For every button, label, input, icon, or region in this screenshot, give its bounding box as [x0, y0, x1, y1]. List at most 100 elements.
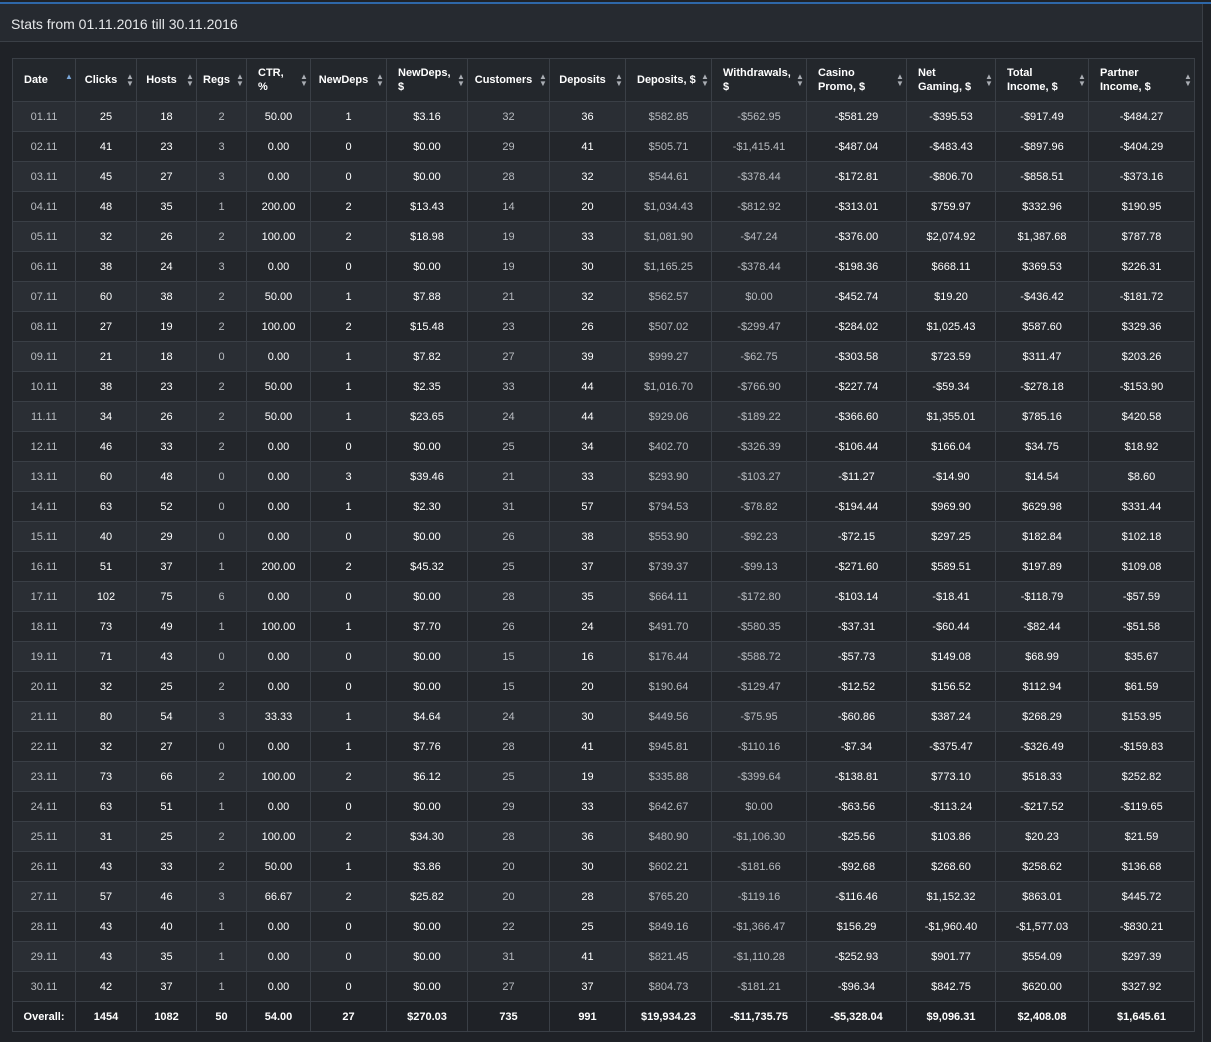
sort-both-icon[interactable]: ▲ ▼ — [186, 73, 194, 88]
table-cell: -$103.14 — [806, 581, 907, 612]
table-cell: 73 — [75, 611, 137, 642]
sort-both-icon[interactable]: ▲ ▼ — [796, 73, 804, 88]
table-cell: 37 — [549, 551, 626, 582]
table-cell: 1 — [196, 191, 247, 222]
table-cell: 23 — [136, 371, 197, 402]
totals-cell: -$11,735.75 — [711, 1001, 807, 1032]
totals-cell: 50 — [196, 1001, 247, 1032]
table-cell: -$452.74 — [806, 281, 907, 312]
sort-both-icon[interactable]: ▲ ▼ — [236, 73, 244, 88]
table-cell: $759.97 — [906, 191, 996, 222]
header-bar: Stats from 01.11.2016 till 30.11.2016 — [0, 4, 1203, 42]
column-header-5[interactable]: NewDeps ▲ ▼ — [310, 58, 387, 102]
column-header-2[interactable]: Hosts ▲ ▼ — [136, 58, 197, 102]
column-header-6[interactable]: NewDeps, $ ▲ ▼ — [386, 58, 468, 102]
table-cell: 0.00 — [246, 971, 311, 1002]
sort-both-icon[interactable]: ▲ ▼ — [539, 73, 547, 88]
column-header-label: Hosts — [146, 74, 177, 86]
table-cell: 37 — [136, 551, 197, 582]
totals-cell: 54.00 — [246, 1001, 311, 1032]
sort-both-icon[interactable]: ▲ ▼ — [1078, 73, 1086, 88]
table-cell: -$252.93 — [806, 941, 907, 972]
table-cell: 2 — [310, 881, 387, 912]
table-cell: -$194.44 — [806, 491, 907, 522]
column-header-1[interactable]: Clicks ▲ ▼ — [75, 58, 137, 102]
table-cell: 1 — [310, 701, 387, 732]
table-cell: 0 — [310, 641, 387, 672]
table-cell: $7.88 — [386, 281, 468, 312]
column-header-10[interactable]: Withdrawals, $ ▲ ▼ — [711, 58, 807, 102]
table-cell: $2.35 — [386, 371, 468, 402]
table-cell: $369.53 — [995, 251, 1089, 282]
column-header-12[interactable]: Net Gaming, $ ▲ ▼ — [906, 58, 996, 102]
table-cell: 75 — [136, 581, 197, 612]
table-cell: -$484.27 — [1088, 101, 1195, 132]
table-cell: 15 — [467, 671, 550, 702]
table-row: 16.11 51 37 1 200.00 2 $45.32 25 37 $739.37 -$99.1… — [12, 551, 1195, 582]
table-cell: 25 — [75, 101, 137, 132]
table-cell: $505.71 — [625, 131, 712, 162]
column-header-14[interactable]: Partner Income, $ ▲ ▼ — [1088, 58, 1195, 102]
table-cell: 26 — [467, 521, 550, 552]
table-cell: 27.11 — [12, 881, 76, 912]
sort-both-icon[interactable]: ▲ ▼ — [615, 73, 623, 88]
table-cell: -$303.58 — [806, 341, 907, 372]
table-cell: $387.24 — [906, 701, 996, 732]
table-cell: 26 — [136, 221, 197, 252]
table-cell: 33 — [136, 851, 197, 882]
column-header-3[interactable]: Regs ▲ ▼ — [196, 58, 247, 102]
sort-both-icon[interactable]: ▲ ▼ — [300, 73, 308, 88]
table-cell: $0.00 — [386, 161, 468, 192]
table-cell: 3 — [196, 701, 247, 732]
table-cell: $929.06 — [625, 401, 712, 432]
table-cell: -$18.41 — [906, 581, 996, 612]
sort-ascending-icon[interactable]: ▲▼ — [65, 73, 73, 87]
table-cell: $863.01 — [995, 881, 1089, 912]
table-cell: 60 — [75, 281, 137, 312]
table-cell: $103.86 — [906, 821, 996, 852]
table-cell: -$37.31 — [806, 611, 907, 642]
sort-both-icon[interactable]: ▲ ▼ — [126, 73, 134, 88]
table-cell: 24 — [549, 611, 626, 642]
table-cell: 28 — [467, 581, 550, 612]
table-cell: 1 — [310, 491, 387, 522]
table-row: 01.11 25 18 2 50.00 1 $3.16 32 36 $582.85 -$562.95… — [12, 101, 1195, 132]
table-row: 11.11 34 26 2 50.00 1 $23.65 24 44 $929.06 -$189.2… — [12, 401, 1195, 432]
totals-cell: $9,096.31 — [906, 1001, 996, 1032]
table-cell: $765.20 — [625, 881, 712, 912]
column-header-7[interactable]: Customers ▲ ▼ — [467, 58, 550, 102]
sort-both-icon[interactable]: ▲ ▼ — [376, 73, 384, 88]
table-row: 29.11 43 35 1 0.00 0 $0.00 31 41 $821.45 -$1,110.2… — [12, 941, 1195, 972]
sort-both-icon[interactable]: ▲ ▼ — [1184, 73, 1192, 88]
column-header-9[interactable]: Deposits, $ ▲ ▼ — [625, 58, 712, 102]
column-header-11[interactable]: Casino Promo, $ ▲ ▼ — [806, 58, 907, 102]
sort-both-icon[interactable]: ▲ ▼ — [457, 73, 465, 88]
table-cell: 32 — [75, 221, 137, 252]
totals-cell: 991 — [549, 1001, 626, 1032]
table-row: 10.11 38 23 2 50.00 1 $2.35 33 44 $1,016.70 -$766.… — [12, 371, 1195, 402]
column-header-4[interactable]: CTR, % ▲ ▼ — [246, 58, 311, 102]
table-cell: $297.25 — [906, 521, 996, 552]
table-cell: -$581.29 — [806, 101, 907, 132]
table-cell: 0 — [196, 461, 247, 492]
column-header-0[interactable]: Date ▲▼ — [12, 58, 76, 102]
sort-both-icon[interactable]: ▲ ▼ — [701, 73, 709, 88]
table-cell: 1 — [310, 101, 387, 132]
sort-both-icon[interactable]: ▲ ▼ — [896, 73, 904, 88]
table-cell: 3 — [196, 131, 247, 162]
table-cell: 19 — [467, 221, 550, 252]
table-cell: $166.04 — [906, 431, 996, 462]
table-cell: $1,016.70 — [625, 371, 712, 402]
table-cell: $668.11 — [906, 251, 996, 282]
sort-both-icon[interactable]: ▲ ▼ — [985, 73, 993, 88]
table-cell: $7.70 — [386, 611, 468, 642]
table-cell: 20.11 — [12, 671, 76, 702]
table-cell: 50.00 — [246, 371, 311, 402]
table-cell: 0.00 — [246, 341, 311, 372]
table-cell: $156.29 — [806, 911, 907, 942]
table-cell: -$138.81 — [806, 761, 907, 792]
column-header-8[interactable]: Deposits ▲ ▼ — [549, 58, 626, 102]
column-header-13[interactable]: Total Income, $ ▲ ▼ — [995, 58, 1089, 102]
table-cell: 10.11 — [12, 371, 76, 402]
table-cell: $20.23 — [995, 821, 1089, 852]
